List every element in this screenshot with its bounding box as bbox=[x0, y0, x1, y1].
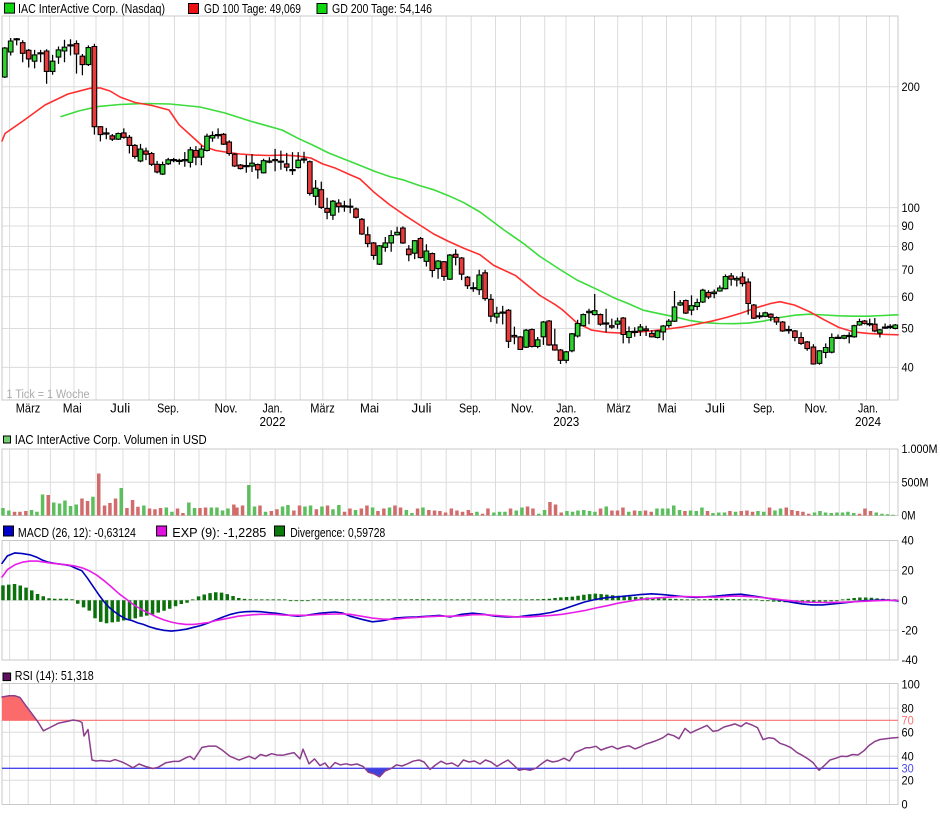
svg-text:2024: 2024 bbox=[855, 415, 881, 429]
svg-text:IAC InterActive Corp. (Nasdaq): IAC InterActive Corp. (Nasdaq) bbox=[18, 1, 165, 16]
svg-text:90: 90 bbox=[902, 219, 914, 233]
svg-text:Nov.: Nov. bbox=[215, 401, 238, 415]
svg-text:2023: 2023 bbox=[553, 415, 579, 429]
svg-text:40: 40 bbox=[902, 361, 914, 375]
svg-text:20: 20 bbox=[902, 774, 914, 788]
svg-text:Juli: Juli bbox=[110, 401, 130, 415]
svg-text:-20: -20 bbox=[902, 623, 919, 637]
svg-text:Jan.: Jan. bbox=[858, 401, 878, 415]
svg-text:Jan.: Jan. bbox=[556, 401, 576, 415]
svg-text:Mai: Mai bbox=[658, 401, 677, 415]
svg-text:Sep.: Sep. bbox=[157, 401, 179, 415]
svg-text:20: 20 bbox=[902, 564, 914, 578]
svg-text:Sep.: Sep. bbox=[459, 401, 481, 415]
svg-text:0M: 0M bbox=[902, 509, 916, 523]
svg-text:März: März bbox=[16, 401, 41, 415]
svg-text:März: März bbox=[606, 401, 631, 415]
svg-text:GD 100 Tage: 49,069: GD 100 Tage: 49,069 bbox=[204, 1, 301, 16]
svg-text:März: März bbox=[310, 401, 335, 415]
svg-text:500M: 500M bbox=[902, 476, 929, 490]
svg-text:MACD (26, 12): -0,63124: MACD (26, 12): -0,63124 bbox=[18, 525, 136, 540]
svg-text:GD 200 Tage: 54,146: GD 200 Tage: 54,146 bbox=[332, 1, 432, 16]
svg-text:Mai: Mai bbox=[360, 401, 379, 415]
svg-text:-40: -40 bbox=[902, 653, 919, 667]
svg-text:80: 80 bbox=[902, 240, 914, 254]
svg-text:100: 100 bbox=[902, 201, 921, 215]
svg-text:70: 70 bbox=[902, 263, 914, 277]
svg-text:0: 0 bbox=[902, 593, 908, 607]
svg-text:200: 200 bbox=[902, 80, 921, 94]
svg-text:1.000M: 1.000M bbox=[902, 442, 938, 456]
svg-text:Divergence: 0,59728: Divergence: 0,59728 bbox=[290, 525, 385, 540]
svg-text:100: 100 bbox=[902, 678, 921, 692]
svg-text:Nov.: Nov. bbox=[511, 401, 534, 415]
svg-text:Nov.: Nov. bbox=[805, 401, 828, 415]
svg-text:60: 60 bbox=[902, 290, 914, 304]
svg-text:Juli: Juli bbox=[705, 401, 725, 415]
svg-text:EXP (9): -1,2285: EXP (9): -1,2285 bbox=[172, 525, 266, 540]
svg-text:1 Tick = 1 Woche: 1 Tick = 1 Woche bbox=[7, 389, 90, 401]
svg-text:Sep.: Sep. bbox=[753, 401, 775, 415]
svg-text:50: 50 bbox=[902, 322, 914, 336]
svg-text:2022: 2022 bbox=[260, 415, 286, 429]
svg-text:IAC InterActive Corp. Volumen: IAC InterActive Corp. Volumen in USD bbox=[15, 433, 207, 447]
svg-text:40: 40 bbox=[902, 534, 914, 548]
svg-text:60: 60 bbox=[902, 726, 914, 740]
svg-text:Mai: Mai bbox=[63, 401, 82, 415]
svg-text:Jan.: Jan. bbox=[263, 401, 283, 415]
svg-text:Juli: Juli bbox=[412, 401, 432, 415]
svg-text:0: 0 bbox=[902, 798, 908, 812]
svg-text:RSI (14): 51,318: RSI (14): 51,318 bbox=[15, 669, 94, 683]
